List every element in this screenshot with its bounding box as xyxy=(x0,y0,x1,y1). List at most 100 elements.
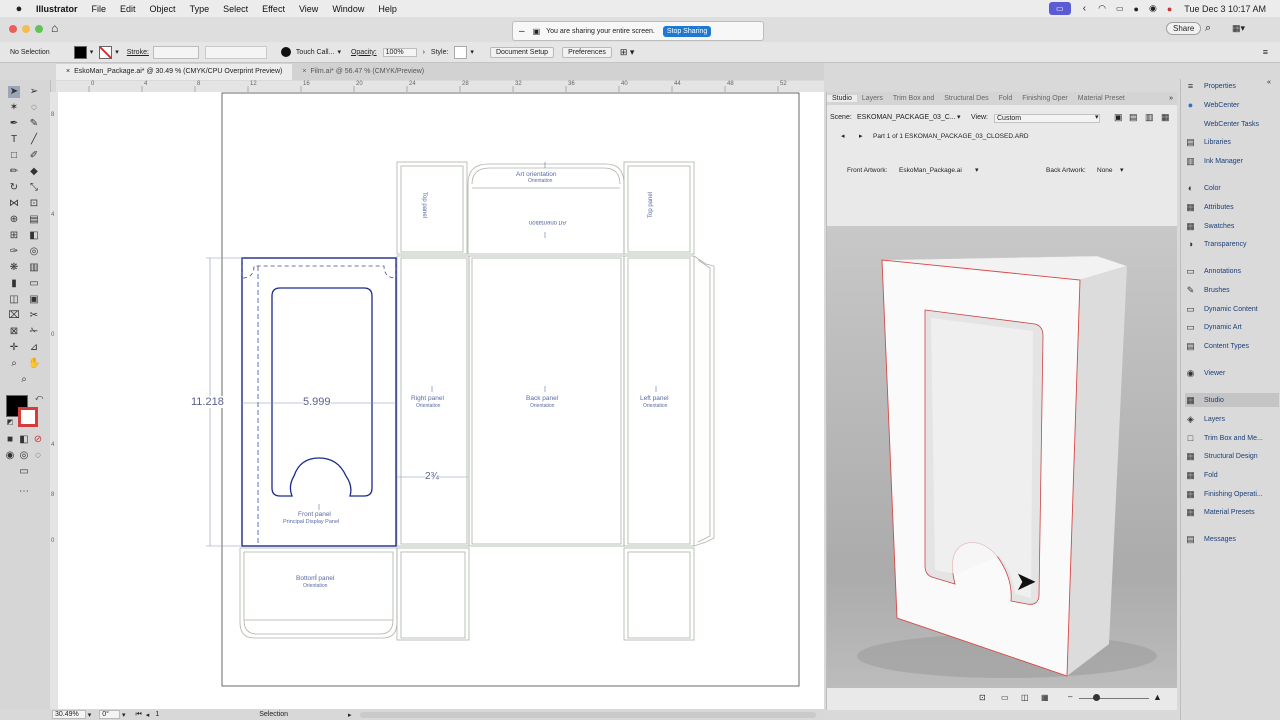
back-chevron-icon[interactable]: ‹ xyxy=(1083,3,1086,14)
width-tool-icon[interactable]: ⋈ xyxy=(8,198,20,210)
current-tool-status[interactable]: Selection xyxy=(259,711,288,718)
rotate-tool-icon[interactable]: ↻ xyxy=(8,182,20,194)
more-tabs-icon[interactable]: » xyxy=(1169,95,1173,102)
panel-color[interactable]: ◐ Color xyxy=(1185,181,1279,195)
panel-transparency[interactable]: ◑ Transparency xyxy=(1185,237,1279,251)
tab-fold[interactable]: Fold xyxy=(994,95,1018,102)
control-center-icon[interactable]: ◉ xyxy=(1149,3,1157,14)
minimize-window-button[interactable] xyxy=(22,25,30,33)
swap-colors-icon[interactable]: ⤺ xyxy=(33,392,45,404)
tab-finishing-operations[interactable]: Finishing Oper xyxy=(1017,95,1073,102)
stroke-swatch[interactable] xyxy=(99,45,113,59)
panel-brushes[interactable]: ✎ Brushes xyxy=(1185,283,1279,297)
opacity-input[interactable]: 100% xyxy=(382,47,417,57)
depth-dimension[interactable]: 2¾ xyxy=(425,471,439,482)
line-tool-icon[interactable]: ╱ xyxy=(28,134,40,146)
symbol-sprayer-tool-icon[interactable]: ❋ xyxy=(8,262,20,274)
panel-webcenter[interactable]: ● WebCenter xyxy=(1185,98,1279,112)
style-dropdown-icon[interactable]: ▾ xyxy=(470,48,474,56)
tab-film[interactable]: × Film.ai* @ 56.47 % (CMYK/Preview) xyxy=(292,64,434,80)
panel-dynamic-content[interactable]: ▭ Dynamic Content xyxy=(1185,302,1279,316)
scale-tool-icon[interactable]: ⤡ xyxy=(28,182,40,194)
next-part-icon[interactable]: ▸ xyxy=(859,132,863,140)
stroke-weight-input[interactable] xyxy=(152,45,199,59)
menu-window[interactable]: Window xyxy=(332,4,364,14)
panel-content-types[interactable]: ▤ Content Types xyxy=(1185,339,1279,353)
height-dimension[interactable]: 11.218 xyxy=(191,396,224,408)
brush-swatch-icon[interactable] xyxy=(280,47,291,57)
export-icon[interactable]: ▤ xyxy=(1129,112,1138,123)
zoom-window-button[interactable] xyxy=(35,25,43,33)
panel-ink-manager[interactable]: ▥ Ink Manager xyxy=(1185,154,1279,168)
first-artboard-icon[interactable]: ⏮ xyxy=(135,711,141,719)
perspective-grid-tool-icon[interactable]: ▤ xyxy=(28,214,40,226)
prev-part-icon[interactable]: ◂ xyxy=(841,132,845,140)
close-window-button[interactable] xyxy=(9,25,17,33)
paintbrush-tool-icon[interactable]: ✐ xyxy=(28,150,40,162)
slice-tool-icon[interactable]: ◫ xyxy=(8,294,20,306)
zoom-in-icon[interactable]: ▲ xyxy=(1153,692,1162,702)
shaper-tool-icon[interactable]: ✏ xyxy=(8,166,20,178)
app-menu[interactable]: Illustrator xyxy=(36,4,78,14)
render-icon[interactable]: ▦ xyxy=(1041,693,1049,702)
panel-properties[interactable]: ≡ Properties xyxy=(1185,79,1279,93)
menu-select[interactable]: Select xyxy=(223,4,248,14)
stroke-dropdown-icon[interactable]: ▾ xyxy=(115,48,119,56)
tab-material-presets[interactable]: Material Preset xyxy=(1073,95,1130,102)
menu-type[interactable]: Type xyxy=(190,4,210,14)
scene-dropdown-icon[interactable]: ▾ xyxy=(957,113,961,121)
mesh-tool-icon[interactable]: ⊞ xyxy=(8,230,20,242)
rotation-dropdown-icon[interactable]: ▾ xyxy=(122,711,126,719)
close-tab-icon[interactable]: × xyxy=(302,68,306,75)
menu-object[interactable]: Object xyxy=(150,4,176,14)
panel-options-icon[interactable]: ▦ xyxy=(1161,112,1170,123)
style-swatch[interactable] xyxy=(454,45,468,59)
search-icon[interactable]: ⌕ xyxy=(1205,22,1211,35)
fit-view-icon[interactable]: ⊡ xyxy=(979,693,986,702)
frame-icon[interactable]: ▭ xyxy=(1001,693,1009,702)
type-tool-icon[interactable]: T xyxy=(8,134,20,146)
view-dropdown[interactable]: Custom xyxy=(994,114,1100,123)
curvature-tool-icon[interactable]: ✎ xyxy=(28,118,40,130)
panel-menu-icon[interactable]: ≡ xyxy=(1263,47,1268,57)
pen-tool-icon[interactable]: ✒ xyxy=(8,118,20,130)
selection-tool-icon[interactable]: ➤ xyxy=(8,86,20,98)
print-tiling-tool-icon[interactable]: ▣ xyxy=(28,294,40,306)
gradient-tool-icon[interactable]: ◧ xyxy=(28,230,40,242)
prev-artboard-icon[interactable]: ◂ xyxy=(146,711,150,719)
color-mode-icon[interactable]: ■ xyxy=(4,434,16,446)
tab-studio[interactable]: Studio xyxy=(827,95,857,102)
rotation-input[interactable]: 0° xyxy=(99,710,120,719)
panel-messages[interactable]: ▤ Messages xyxy=(1185,532,1279,546)
measure-tool-icon[interactable]: ⊿ xyxy=(28,342,40,354)
stroke-color-swatch[interactable] xyxy=(18,407,38,427)
draw-behind-icon[interactable]: ◎ xyxy=(18,450,30,462)
horizontal-scrollbar[interactable] xyxy=(359,711,816,718)
width-dimension[interactable]: 5.999 xyxy=(303,396,331,408)
direct-selection-tool-icon[interactable]: ➢ xyxy=(28,86,40,98)
3d-viewer[interactable]: ➤ xyxy=(827,226,1177,688)
menu-edit[interactable]: Edit xyxy=(120,4,136,14)
lasso-tool-icon[interactable]: ◌ xyxy=(28,102,40,114)
camera-icon[interactable]: ◫ xyxy=(1021,693,1029,702)
stop-sharing-button[interactable]: Stop Sharing xyxy=(662,25,712,37)
back-artwork-dropdown[interactable]: None xyxy=(1097,167,1113,174)
close-tab-icon[interactable]: × xyxy=(66,68,70,75)
panel-webcenter-tasks[interactable]: WebCenter Tasks xyxy=(1185,117,1279,131)
artboard-canvas[interactable]: Art orientation Orientation Art orientat… xyxy=(58,92,824,709)
save-view-icon[interactable]: ▣ xyxy=(1114,112,1123,123)
crop-tool-icon[interactable]: ⊠ xyxy=(8,326,20,338)
collapse-banner-button[interactable]: – xyxy=(519,26,525,37)
zoom-dropdown-icon[interactable]: ▾ xyxy=(88,711,92,719)
zoom-level-input[interactable]: 30.49% xyxy=(52,710,86,719)
home-icon[interactable]: ⌂ xyxy=(51,21,58,35)
apple-icon[interactable]: ● xyxy=(12,2,26,16)
tab-layers[interactable]: Layers xyxy=(857,95,888,102)
default-colors-icon[interactable]: ◩ xyxy=(4,417,16,429)
draw-inside-icon[interactable]: ◌ xyxy=(32,450,44,462)
none-mode-icon[interactable]: ⊘ xyxy=(32,434,44,446)
document-setup-button[interactable]: Document Setup xyxy=(489,46,555,58)
graph-tool-icon[interactable]: ▮ xyxy=(8,278,20,290)
panel-attributes[interactable]: ▦ Attributes xyxy=(1185,200,1279,214)
scene-dropdown[interactable]: ESKOMAN_PACKAGE_03_C... xyxy=(857,114,956,121)
